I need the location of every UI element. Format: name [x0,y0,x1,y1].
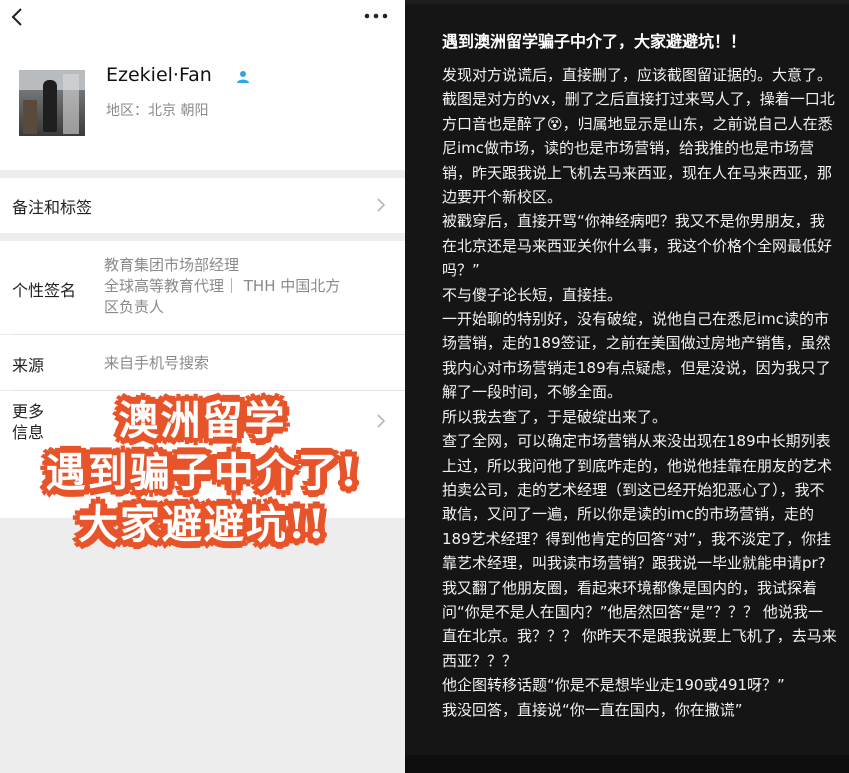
notes-and-tags-row[interactable]: 备注和标签 [0,178,405,233]
post-panel: 遇到澳洲留学骗子中介了，大家避避坑！！ 发现对方说谎后，直接删了，应该截图留证据… [405,0,849,773]
source-value: 来自手机号搜索 [104,354,210,372]
top-bar [0,0,405,34]
source-row: 来源 来自手机号搜索 [0,335,405,390]
contact-name: Ezekiel·Fan [106,64,212,86]
post-paragraph: 我没回答，直接说“你一直在国内，你在撒谎” [442,700,743,719]
signature-line: 区负责人 [104,298,165,316]
signature-line: 全球高等教育代理｜ THH 中国北方 [104,277,341,295]
signature-value: 教育集团市场部经理 全球高等教育代理｜ THH 中国北方 区负责人 [104,255,389,318]
post-body: 发现对方说谎后，直接删了，应该截图留证据的。大意了。 截图是对方的vx，删了之后… [442,63,837,722]
signature-row: 个性签名 教育集团市场部经理 全球高等教育代理｜ THH 中国北方 区负责人 [0,241,405,334]
sticker-line: 澳洲留学 [118,397,287,444]
back-chevron-icon[interactable] [8,6,28,28]
chevron-right-icon [377,198,386,212]
notes-and-tags-label: 备注和标签 [12,198,93,217]
post-paragraph: 查了全网，可以确定市场营销从来没出现在189中长期列表上过，所以我问他了到底咋走… [442,432,833,573]
post-paragraph: 发现对方说谎后，直接删了，应该截图留证据的。大意了。 [442,66,833,84]
contact-region: 地区：北京 朝阳 [106,103,209,119]
post-paragraph: 所以我去查了，于是破绽出来了。 [442,407,668,426]
post-title: 遇到澳洲留学骗子中介了，大家避避坑！！ [442,32,747,51]
bottom-edge [405,755,849,773]
signature-label: 个性签名 [12,281,77,300]
signature-line: 教育集团市场部经理 [104,256,240,274]
source-label: 来源 [12,356,45,375]
person-icon [237,71,249,83]
profile-header: Ezekiel·Fan 地区：北京 朝阳 [0,34,405,170]
post-paragraph: 被戳穿后，直接开骂“你神经病吧？我又不是你男朋友，我在北京还是马来西亚关你什么事… [442,212,833,280]
post-paragraph: 他企图转移话题“你是不是想毕业走190或491呀？” [442,676,785,695]
sticker-line: 遇到骗子中介了! [45,449,360,496]
avatar[interactable] [19,70,85,136]
post-paragraph: 我又翻了他朋友圈，看起来环境都像是国内的，我试探着问“你是不是人在国内？”他居然… [442,578,837,670]
post-paragraph: 截图是对方的vx，删了之后直接打过来骂人了，操着一口北方口音也是醉了😵，归属地显… [442,90,835,207]
contact-profile-panel: Ezekiel·Fan 地区：北京 朝阳 备注和标签 个性签名 教育集团市场部经… [0,0,405,773]
more-dots-icon[interactable] [364,13,388,19]
post-paragraph: 一开始聊的特别好，没有破绽，说他自己在悉尼imc读的市场营销，走的189签证，之… [442,310,831,402]
sticker-line: 大家避避坑!! [77,501,328,548]
top-edge [405,0,849,4]
warning-sticker-overlay: 澳洲留学 遇到骗子中介了! 大家避避坑!! [0,395,405,551]
post-paragraph: 不与傻子论长短，直接挂。 [442,285,623,304]
